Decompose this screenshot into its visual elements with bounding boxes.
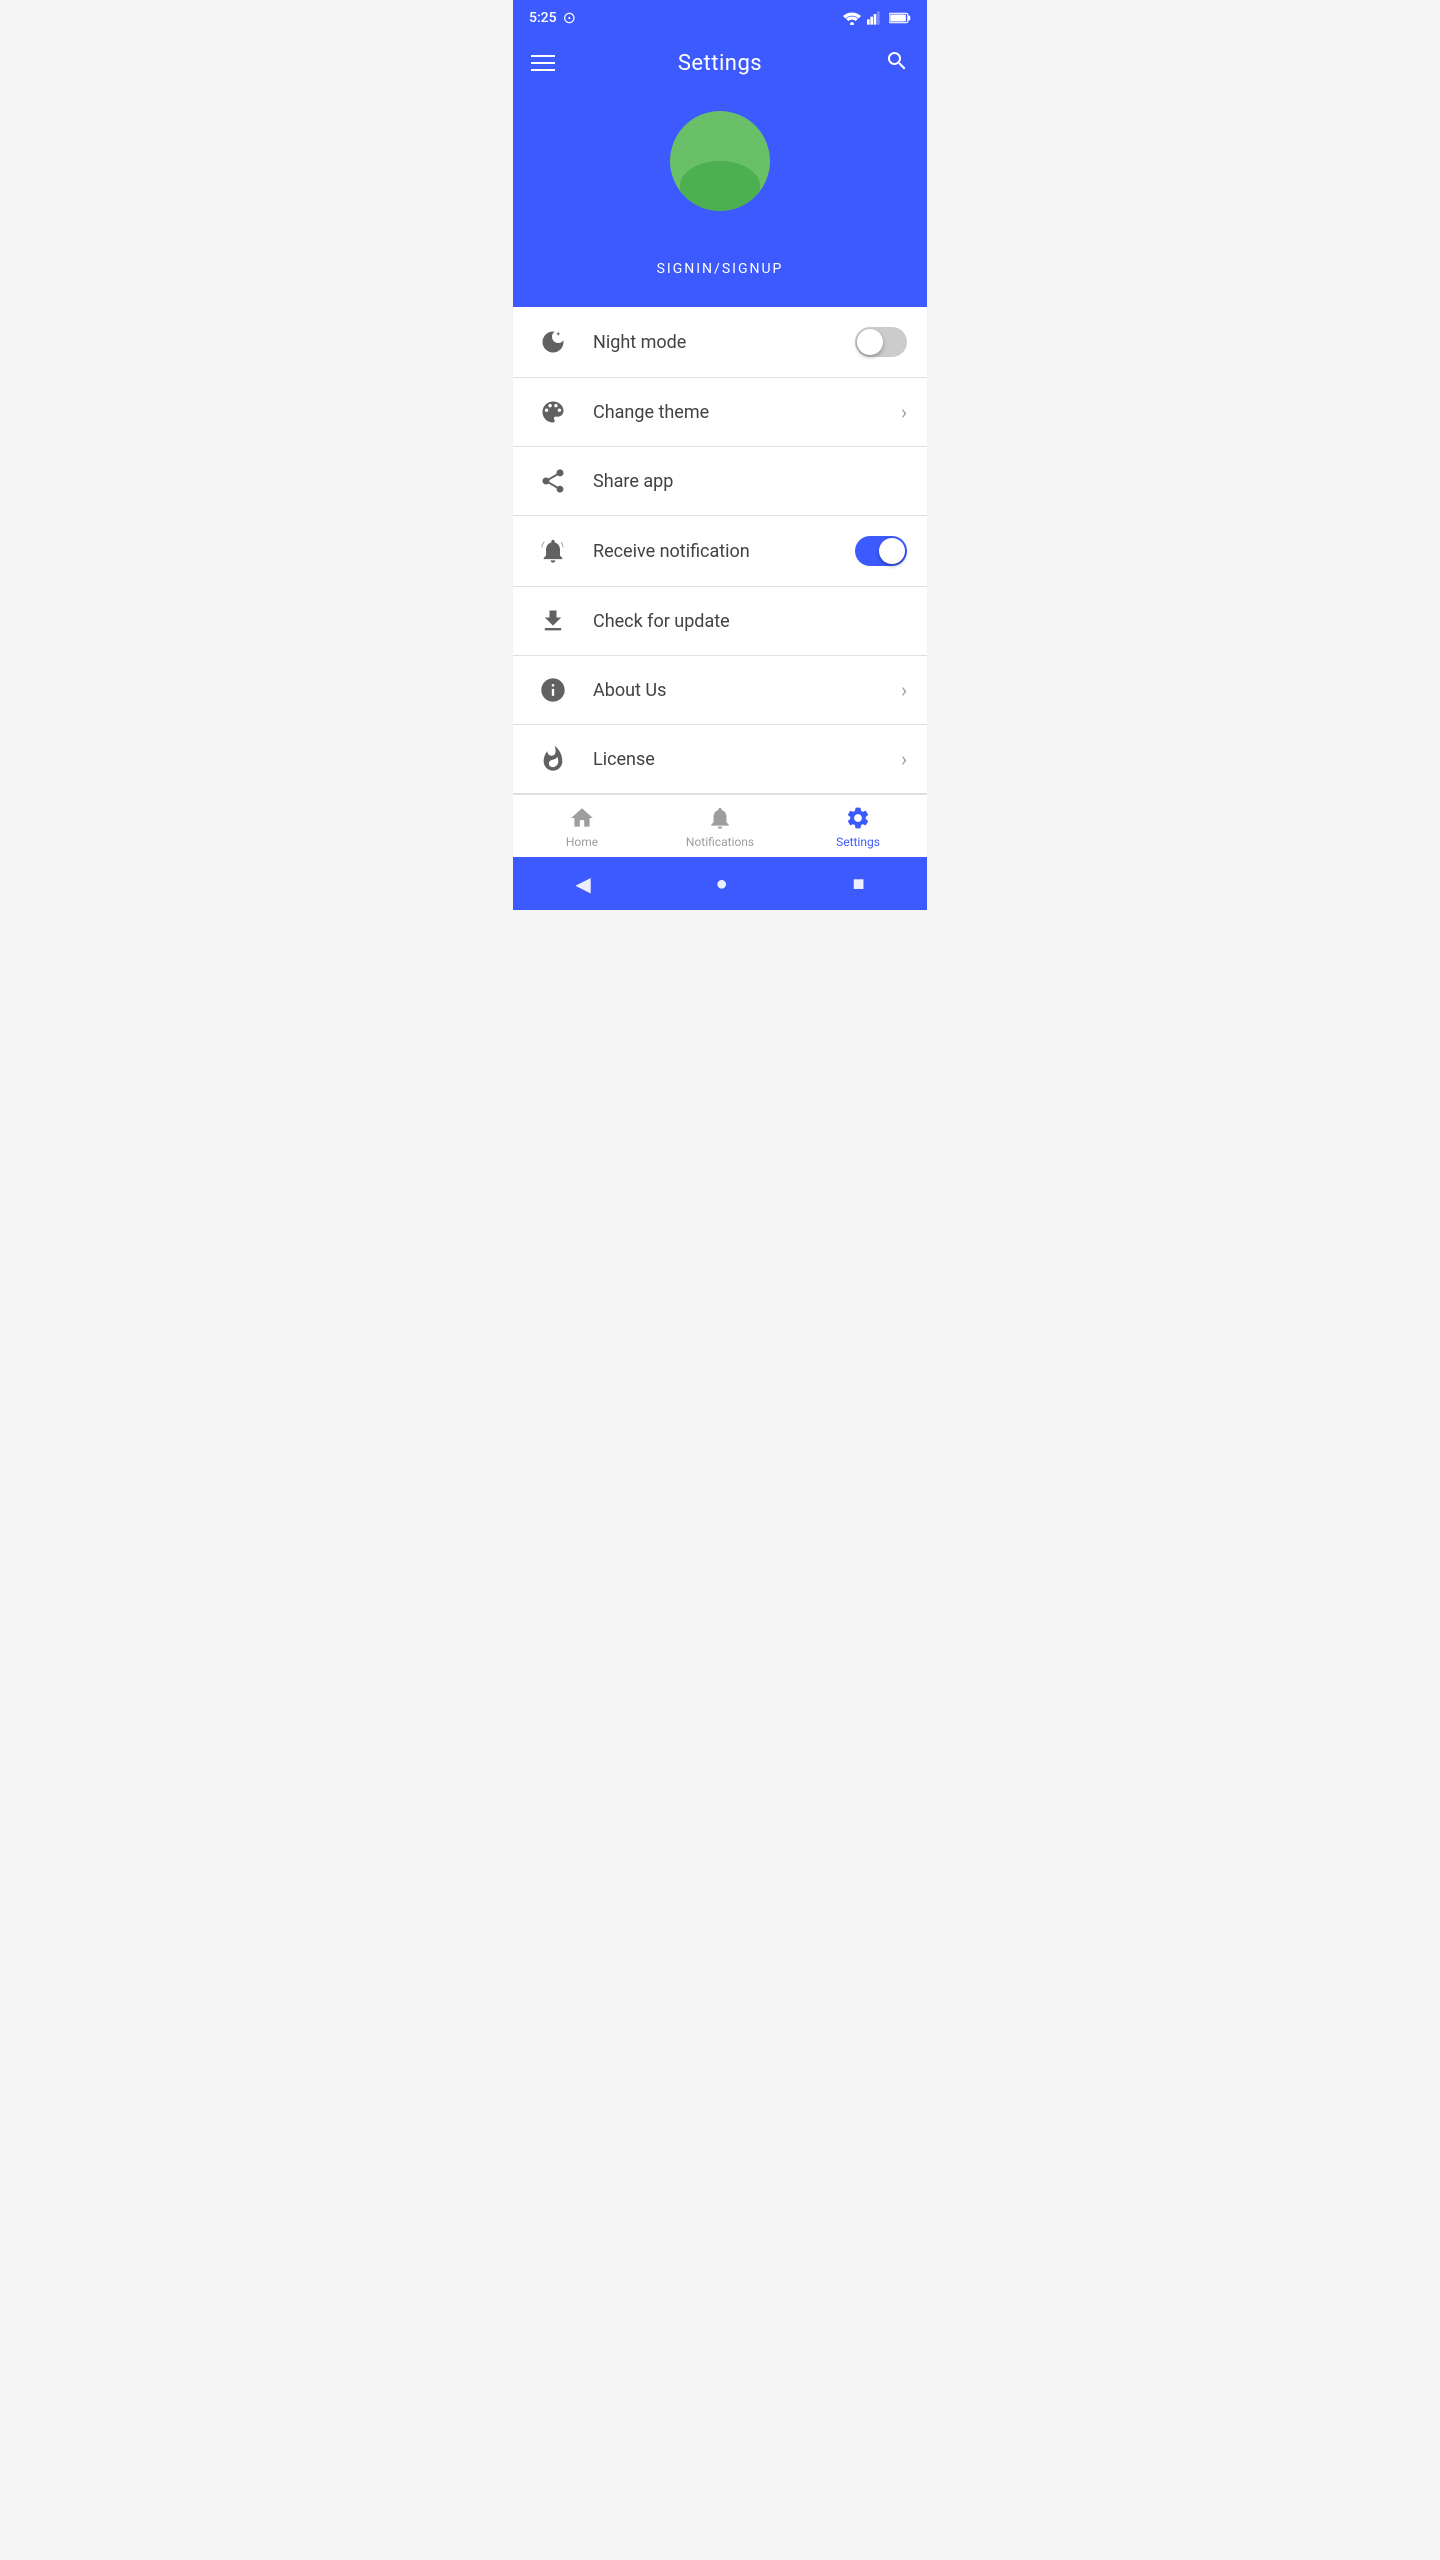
info-icon [533, 676, 573, 704]
chevron-right-icon-about: › [901, 678, 907, 702]
bell-icon [707, 805, 733, 831]
about-us-chevron: › [901, 678, 907, 702]
download-icon [533, 607, 573, 635]
settings-item-share-app[interactable]: Share app [513, 447, 927, 516]
settings-item-license[interactable]: License › [513, 725, 927, 794]
nav-home-label: Home [566, 835, 598, 849]
status-left: 5:25 ⊙ [529, 8, 576, 27]
check-update-label: Check for update [593, 611, 907, 632]
night-mode-toggle-container[interactable] [855, 327, 907, 357]
about-us-label: About Us [593, 680, 901, 701]
bell-ring-icon [533, 537, 573, 565]
menu-button[interactable] [531, 55, 555, 71]
chevron-right-icon-license: › [901, 747, 907, 771]
change-theme-label: Change theme [593, 402, 901, 423]
back-button[interactable]: ◀ [575, 872, 590, 896]
palette-icon [533, 398, 573, 426]
settings-icon [845, 805, 871, 831]
share-icon [533, 467, 573, 495]
search-button[interactable] [885, 49, 909, 77]
nav-item-notifications[interactable]: Notifications [651, 805, 789, 849]
nav-settings-label: Settings [836, 835, 880, 849]
share-app-label: Share app [593, 471, 907, 492]
change-theme-chevron: › [901, 400, 907, 424]
receive-notification-label: Receive notification [593, 541, 855, 562]
settings-item-about-us[interactable]: About Us › [513, 656, 927, 725]
nav-item-home[interactable]: Home [513, 805, 651, 849]
settings-item-night-mode[interactable]: Night mode [513, 307, 927, 378]
license-chevron: › [901, 747, 907, 771]
settings-item-check-update[interactable]: Check for update [513, 587, 927, 656]
moon-star-icon [533, 328, 573, 356]
avatar [670, 111, 770, 211]
app-bar: Settings [513, 35, 927, 91]
receive-notification-toggle[interactable] [855, 536, 907, 566]
chevron-right-icon: › [901, 400, 907, 424]
system-nav: ◀ ● ■ [513, 857, 927, 910]
bottom-nav: Home Notifications Settings [513, 794, 927, 857]
status-right [843, 11, 911, 25]
flame-icon [533, 745, 573, 773]
profile-header[interactable]: SIGNIN/SIGNUP [513, 91, 927, 307]
app-icon: ⊙ [563, 8, 576, 27]
night-mode-label: Night mode [593, 332, 855, 353]
battery-icon [889, 12, 911, 24]
settings-item-change-theme[interactable]: Change theme › [513, 378, 927, 447]
toggle-knob [857, 329, 883, 355]
status-bar: 5:25 ⊙ [513, 0, 927, 35]
wifi-icon [843, 11, 861, 25]
app-bar-title: Settings [678, 51, 762, 76]
signal-icon [867, 11, 883, 25]
home-icon [569, 805, 595, 831]
search-icon [885, 49, 909, 73]
home-button[interactable]: ● [716, 871, 728, 896]
status-time: 5:25 [529, 10, 557, 26]
settings-list: Night mode Change theme › Share app [513, 307, 927, 794]
recent-button[interactable]: ■ [852, 871, 864, 896]
night-mode-toggle[interactable] [855, 327, 907, 357]
license-label: License [593, 749, 901, 770]
settings-item-receive-notification[interactable]: Receive notification [513, 516, 927, 587]
toggle-knob-on [879, 538, 905, 564]
receive-notification-toggle-container[interactable] [855, 536, 907, 566]
nav-item-settings[interactable]: Settings [789, 805, 927, 849]
nav-notifications-label: Notifications [686, 835, 754, 849]
signin-label: SIGNIN/SIGNUP [657, 261, 784, 277]
